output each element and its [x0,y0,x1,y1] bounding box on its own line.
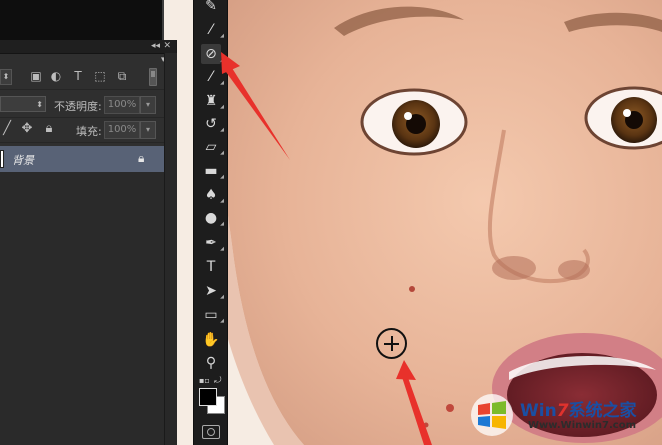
dodge-icon[interactable]: ● ◢ [201,208,224,228]
brush-icon[interactable]: ⁄ ◢ [201,67,224,87]
spot-healing-brush-icon[interactable]: ⊘ ◢ [201,44,224,64]
lock-icon: 🔒︎ [138,151,145,165]
path-selection-icon[interactable]: ➤ ◢ [201,281,224,301]
pen-icon[interactable]: ✒ ◢ [201,233,224,253]
foreground-color-swatch[interactable] [199,388,217,406]
blend-mode-select[interactable]: ⬍ [0,96,46,112]
close-icon[interactable]: ✕ [163,40,171,53]
filter-toggle-switch[interactable] [149,68,157,86]
double-chevron-icon[interactable]: ◂◂ [151,40,160,53]
shape-filter-icon[interactable]: ⬚ [94,70,106,82]
history-brush-icon[interactable]: ↺ ◢ [201,114,224,134]
blur-icon[interactable]: ♠ ◢ [201,185,224,205]
lock-position-move-icon[interactable]: ✥ [20,122,34,136]
gradient-icon[interactable]: ▬ ◢ [201,161,224,181]
opacity-dropdown-button[interactable]: ▾ [140,96,156,114]
layers-panel: ◂◂ ✕ ▾≡ ⬍ ▣ ◐ T ⬚ ⧉ ⬍ 不透明度: 100% ▾ ╱ ✥ 🔒… [0,40,177,445]
tools-panel: ✎ ⁄ ◢ ⊘ ◢ ⁄ ◢ ♜ ◢ ↺ ◢ ▱ ◢ ▬ ◢ ♠ ◢ ● ◢ ✒ ◢ T ➤ ◢ ▭ ◢ … [193,0,228,445]
watermark-title-prefix: Win [520,401,557,421]
layer-thumbnail [0,150,4,168]
fill-field[interactable]: 100% [104,121,140,139]
layer-row-background[interactable]: 背景 🔒︎ [0,146,164,172]
lock-pixels-brush-icon[interactable]: ╱ [0,122,14,136]
eyedropper-icon[interactable]: ⁄ ◢ [201,20,224,40]
default-colors-icon[interactable]: ▪▫ [199,376,210,385]
windows-logo-icon [471,394,513,436]
adjustment-filter-icon[interactable]: ◐ [50,70,62,82]
watermark: Win7系统之家 Www.Winwin7.com [468,392,662,445]
lock-fill-row: ╱ ✥ 🔒︎ 填充: 100% ▾ [0,118,176,143]
watermark-title-seven: 7 [556,401,569,421]
blend-opacity-row: ⬍ 不透明度: 100% ▾ [0,93,176,118]
type-filter-icon[interactable]: T [72,70,84,82]
opacity-label: 不透明度: [54,100,102,113]
color-swatches [199,388,225,414]
rectangle-icon[interactable]: ▭ ◢ [201,305,224,325]
hand-icon[interactable]: ✋ [201,330,221,350]
zoom-icon[interactable]: ⚲ [201,353,221,373]
watermark-title: Win7系统之家 [520,396,637,421]
opacity-field[interactable]: 100% [104,96,140,114]
smart-object-filter-icon[interactable]: ⧉ [116,70,128,82]
image-filter-icon[interactable]: ▣ [30,70,42,82]
type-icon[interactable]: T [201,257,221,277]
lock-all-icon[interactable]: 🔒︎ [42,122,56,136]
quick-mask-icon[interactable] [202,425,220,439]
photo-surprised-face [164,0,662,445]
watermark-url: Www.Winwin7.com [528,420,637,431]
eraser-icon[interactable]: ▱ ◢ [201,137,224,157]
filter-kind-dropdown[interactable]: ⬍ [0,69,12,85]
document-canvas[interactable] [164,0,662,445]
fill-dropdown-button[interactable]: ▾ [140,121,156,139]
fill-label: 填充: [76,125,102,138]
clone-stamp-icon[interactable]: ♜ ◢ [201,91,224,111]
brush-dropper-icon[interactable]: ✎ [201,0,221,16]
layers-list-empty-area [0,172,164,445]
layer-name: 背景 [12,154,34,167]
healing-brush-cursor-icon [376,328,407,359]
watermark-title-suffix: 系统之家 [568,401,637,421]
swap-colors-icon[interactable]: ⤾ [214,376,222,386]
top-window-strip [0,0,176,40]
panel-scrollbar[interactable] [164,53,177,445]
layer-filter-row: ⬍ ▣ ◐ T ⬚ ⧉ [0,65,176,90]
panel-title-bar[interactable]: ◂◂ ✕ [0,40,176,54]
